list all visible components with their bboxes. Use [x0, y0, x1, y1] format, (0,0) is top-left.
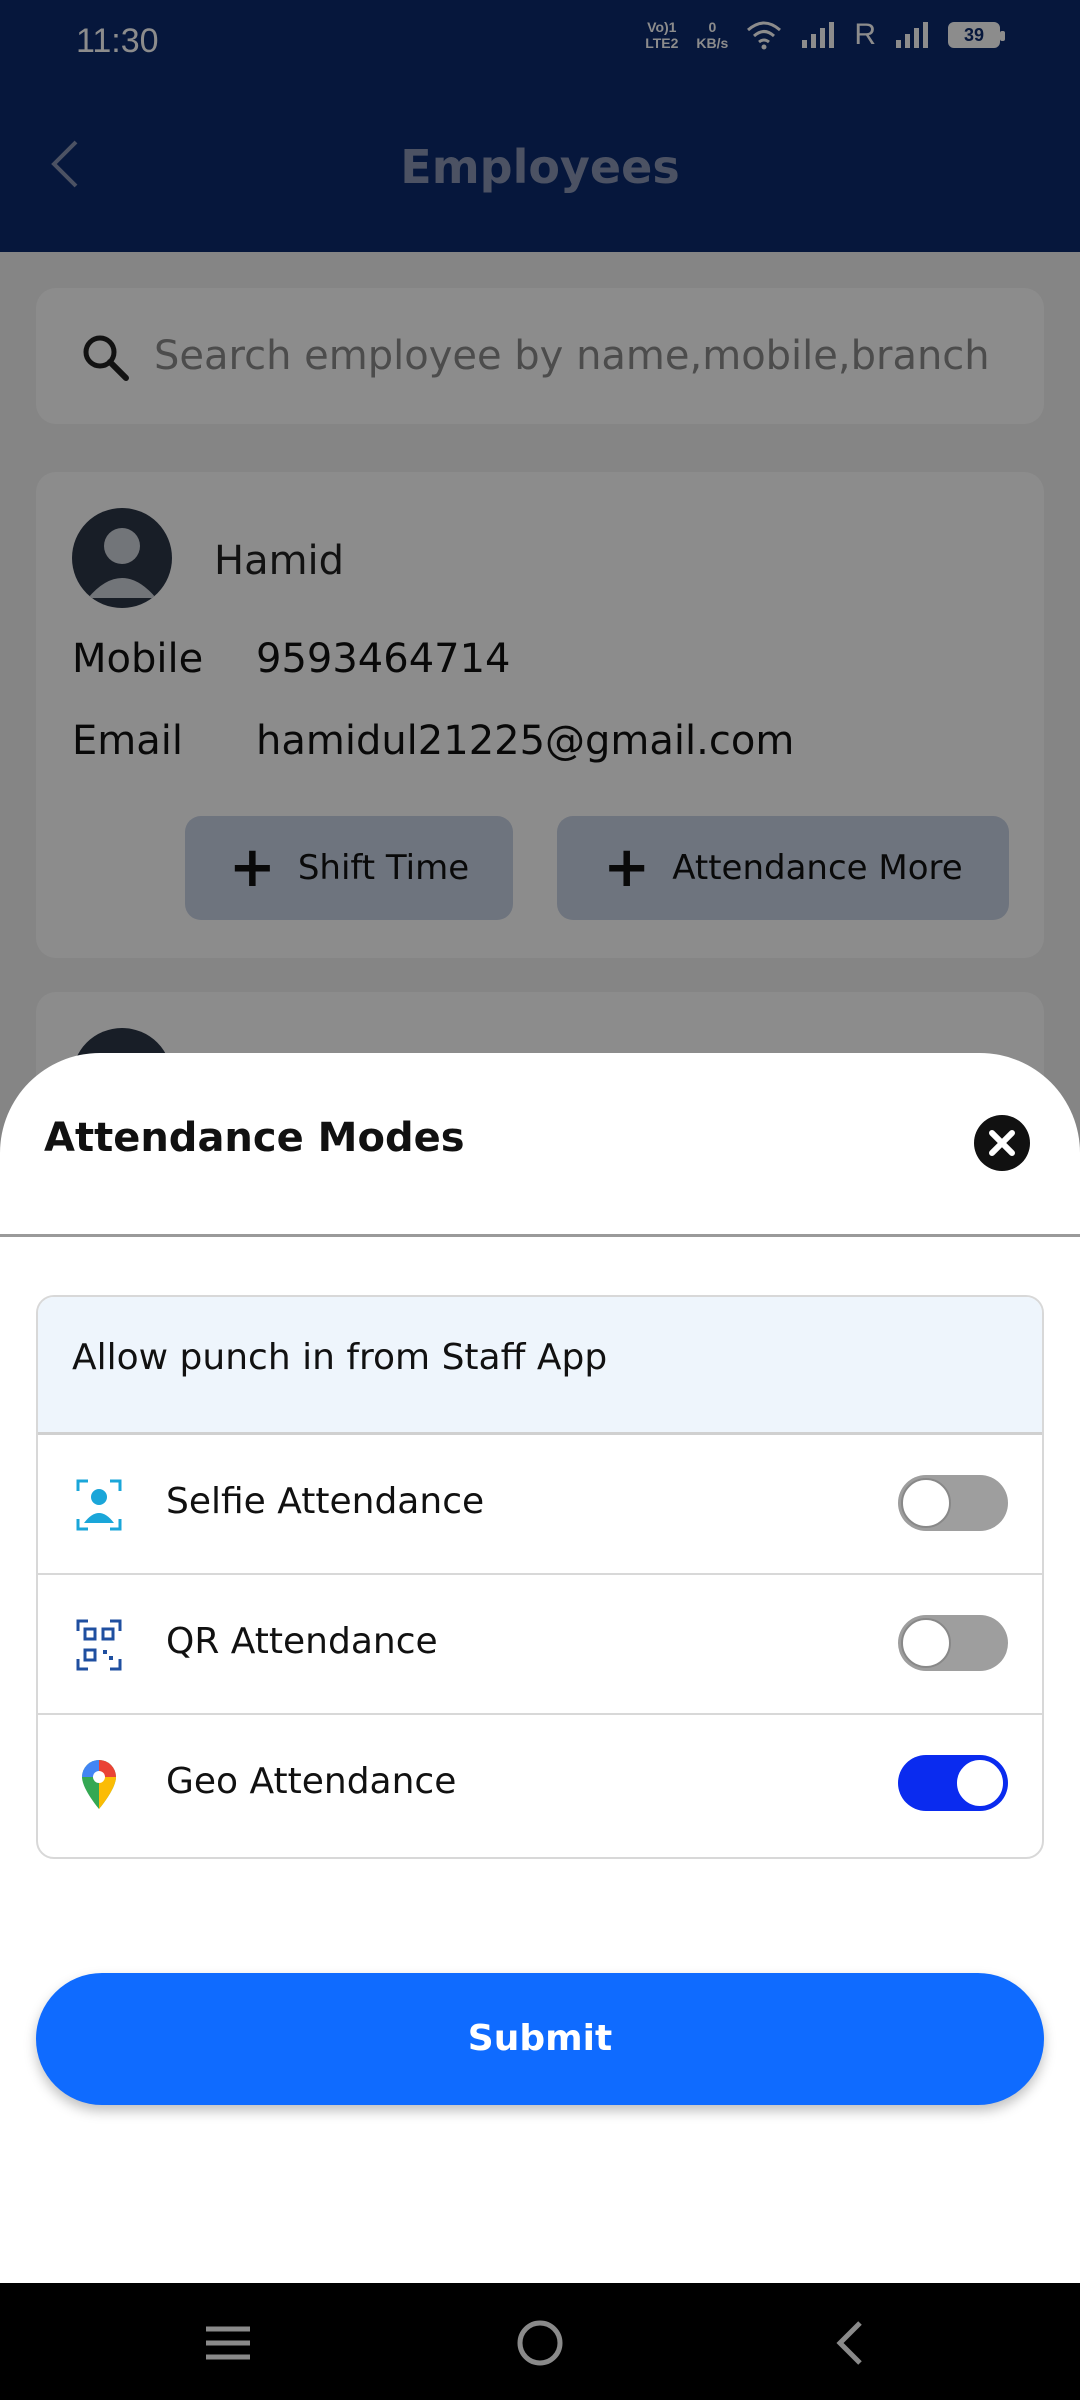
qr-code-icon: [76, 1619, 122, 1671]
mode-row-geo: Geo Attendance: [38, 1715, 1042, 1855]
divider: [0, 1234, 1080, 1237]
submit-button[interactable]: Submit: [36, 1973, 1044, 2105]
attendance-modes-list: Allow punch in from Staff App Selfie Att…: [36, 1295, 1044, 1859]
sheet-title: Attendance Modes: [44, 1115, 465, 1161]
system-nav-bar: [0, 2283, 1080, 2400]
section-header: Allow punch in from Staff App: [38, 1297, 1042, 1435]
qr-attendance-toggle[interactable]: [898, 1615, 1008, 1671]
geo-attendance-toggle[interactable]: [898, 1755, 1008, 1811]
map-pin-icon: [82, 1760, 116, 1809]
toggle-knob: [901, 1478, 951, 1528]
toggle-knob: [901, 1618, 951, 1668]
selfie-attendance-label: Selfie Attendance: [166, 1481, 485, 1522]
toggle-knob: [955, 1758, 1005, 1808]
mode-row-qr: QR Attendance: [38, 1575, 1042, 1715]
section-title: Allow punch in from Staff App: [72, 1337, 608, 1378]
home-icon[interactable]: [510, 2313, 570, 2373]
selfie-icon: [76, 1479, 122, 1531]
close-icon: [989, 1130, 1015, 1156]
attendance-modes-sheet: Attendance Modes Allow punch in from Sta…: [0, 1053, 1080, 2283]
mode-row-selfie: Selfie Attendance: [38, 1435, 1042, 1575]
back-icon[interactable]: [822, 2313, 882, 2373]
geo-attendance-label: Geo Attendance: [166, 1761, 457, 1802]
close-button[interactable]: [974, 1115, 1030, 1171]
qr-attendance-label: QR Attendance: [166, 1621, 438, 1662]
selfie-attendance-toggle[interactable]: [898, 1475, 1008, 1531]
menu-icon[interactable]: [198, 2313, 258, 2373]
